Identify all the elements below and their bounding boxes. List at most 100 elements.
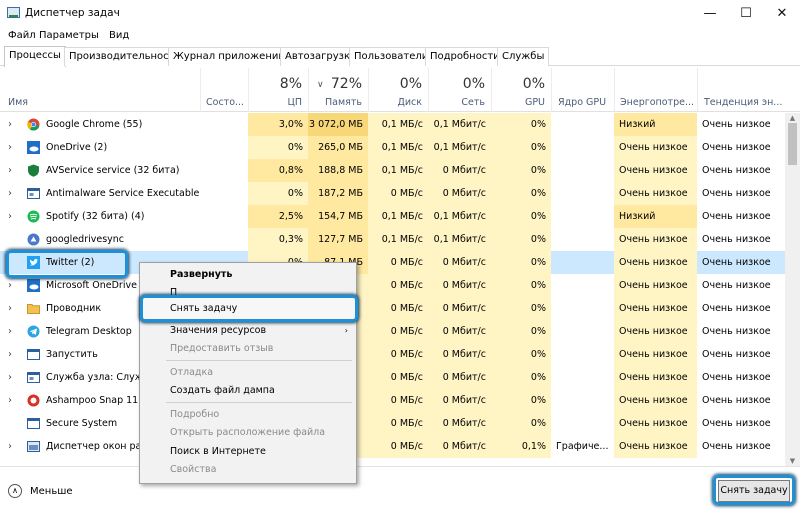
process-row[interactable]: › OneDrive (2) 0% 265,0 МБ 0,1 МБ/с 0,1 Мбит/… xyxy=(0,136,785,159)
menu-separator xyxy=(166,402,352,403)
column-power[interactable]: Энергопотре... xyxy=(614,68,697,112)
cell-engine xyxy=(551,205,614,228)
cell-disk: 0 МБ/с xyxy=(368,251,428,274)
expand-chevron-icon[interactable]: › xyxy=(8,182,12,205)
process-row[interactable]: › Google Chrome (55) 3,0% 3 072,0 МБ 0,1 МБ/… xyxy=(0,113,785,136)
expand-chevron-icon[interactable]: › xyxy=(8,113,12,136)
vertical-scrollbar[interactable]: ▲ ▼ xyxy=(785,113,800,466)
close-button[interactable]: ✕ xyxy=(764,0,800,27)
expand-chevron-icon[interactable]: › xyxy=(8,205,12,228)
cell-power: Очень низкое xyxy=(614,251,697,274)
menu-item-properties[interactable]: Свойства xyxy=(170,464,216,475)
cell-net: 0 Мбит/с xyxy=(428,182,491,205)
cell-power: Очень низкое xyxy=(614,412,697,435)
expand-chevron-icon[interactable]: › xyxy=(8,136,12,159)
process-row[interactable]: › Antimalware Service Executable 0% 187,2 М… xyxy=(0,182,785,205)
cell-net: 0 Мбит/с xyxy=(428,435,491,458)
cell-trend: Очень низкое xyxy=(702,303,771,314)
column-gpu[interactable]: 0% GPU xyxy=(491,68,551,112)
cell-disk: 0 МБ/с xyxy=(368,182,428,205)
cell-trend: Очень низкое xyxy=(702,142,771,153)
column-network[interactable]: 0% Сеть xyxy=(428,68,491,112)
column-name[interactable]: Имя xyxy=(0,68,200,112)
minimize-button[interactable]: — xyxy=(692,0,728,27)
process-row[interactable]: › Диспетчер окон раб 0 МБ/с 0 Мбит/с 0,1% Гра… xyxy=(0,435,785,458)
process-row[interactable]: › Ashampoo Snap 11 (3 0 МБ/с 0 Мбит/с 0% Очен… xyxy=(0,389,785,412)
tab-processes[interactable]: Процессы xyxy=(4,46,66,67)
scroll-thumb[interactable] xyxy=(788,123,797,165)
ashampoo-icon xyxy=(27,394,40,407)
column-disk[interactable]: 0% Диск xyxy=(368,68,428,112)
drive-icon xyxy=(27,233,40,246)
expand-chevron-icon[interactable]: › xyxy=(8,320,12,343)
menu-item-feedback[interactable]: Предоставить отзыв xyxy=(170,343,273,354)
menu-file[interactable]: Файл xyxy=(8,30,36,41)
process-name: Диспетчер окон раб xyxy=(46,441,148,452)
menu-options[interactable]: Параметры xyxy=(39,30,99,41)
process-row[interactable]: › Spotify (32 бита) (4) 2,5% 154,7 МБ 0,1 МБ… xyxy=(0,205,785,228)
process-row[interactable]: › AVService service (32 бита) 0,8% 188,8 МБ… xyxy=(0,159,785,182)
scroll-up-icon[interactable]: ▲ xyxy=(785,114,800,122)
cell-disk: 0,1 МБ/с xyxy=(368,228,428,251)
menu-view[interactable]: Вид xyxy=(109,30,129,41)
column-power-trend[interactable]: Тенденция эн... xyxy=(697,68,785,112)
expand-chevron-icon[interactable]: › xyxy=(8,389,12,412)
tab-details[interactable]: Подробности xyxy=(425,47,505,66)
telegram-icon xyxy=(27,325,40,338)
cell-power: Очень низкое xyxy=(614,274,697,297)
cell-engine: Графиче... xyxy=(556,441,609,452)
maximize-button[interactable]: ☐ xyxy=(728,0,764,27)
menu-item-resource-values[interactable]: Значения ресурсов xyxy=(170,325,266,336)
menu-item-expand[interactable]: Развернуть xyxy=(170,269,232,280)
column-cpu[interactable]: 8% ЦП xyxy=(248,68,308,112)
footer: ∧ Меньше Снять задачу xyxy=(0,466,800,511)
cell-power: Очень низкое xyxy=(614,366,697,389)
menu-item-create-dump[interactable]: Создать файл дампа xyxy=(170,385,275,396)
cell-gpu: 0% xyxy=(491,182,551,205)
process-name: Antimalware Service Executable xyxy=(46,188,200,199)
process-row[interactable]: › Проводник 0 МБ/с 0 Мбит/с 0% Очень низкое Оч… xyxy=(0,297,785,320)
scroll-down-icon[interactable]: ▼ xyxy=(785,457,800,465)
expand-chevron-icon[interactable]: › xyxy=(8,435,12,458)
tab-users[interactable]: Пользователи xyxy=(349,47,434,66)
cell-engine xyxy=(551,366,614,389)
column-disk-label: Диск xyxy=(397,97,422,108)
process-row[interactable]: › Служба узла: Служб 0 МБ/с 0 Мбит/с 0% Очень… xyxy=(0,366,785,389)
cell-mem: 187,2 МБ xyxy=(308,182,368,205)
column-gpu-engine[interactable]: Ядро GPU xyxy=(551,68,614,112)
expand-chevron-icon[interactable]: › xyxy=(8,366,12,389)
column-network-label: Сеть xyxy=(461,97,485,108)
menu-item-end-task-highlighted[interactable]: Снять задачу xyxy=(170,303,237,314)
process-name: Проводник xyxy=(46,303,102,314)
cell-engine xyxy=(551,389,614,412)
column-memory[interactable]: ∨ 72% Память xyxy=(308,68,368,112)
menu-item-details[interactable]: Подробно xyxy=(170,409,219,420)
process-row[interactable]: › Запустить 0 МБ/с 0 Мбит/с 0% Очень низкое Оч… xyxy=(0,343,785,366)
chevron-up-icon[interactable]: ∧ xyxy=(8,484,22,498)
gpu-total: 0% xyxy=(522,76,545,92)
cell-engine xyxy=(551,274,614,297)
process-name: Telegram Desktop xyxy=(46,326,132,337)
column-status[interactable]: Состо... xyxy=(200,68,248,112)
cell-disk: 0 МБ/с xyxy=(368,343,428,366)
cell-power: Очень низкое xyxy=(614,297,697,320)
cell-engine xyxy=(551,228,614,251)
dwm-icon xyxy=(27,440,40,453)
title-bar: Диспетчер задач — ☐ ✕ xyxy=(0,0,800,27)
fewer-details-link[interactable]: Меньше xyxy=(30,486,73,497)
tab-services[interactable]: Службы xyxy=(497,47,550,66)
cell-mem: 127,7 МБ xyxy=(308,228,368,251)
expand-chevron-icon[interactable]: › xyxy=(8,297,12,320)
column-cpu-label: ЦП xyxy=(287,97,302,108)
process-name: Spotify (32 бита) (4) xyxy=(46,211,145,222)
menu-item-search-online[interactable]: Поиск в Интернете xyxy=(170,446,266,457)
process-row[interactable]: Secure System 0 МБ/с 0 Мбит/с 0% Очень низко… xyxy=(0,412,785,435)
expand-chevron-icon[interactable]: › xyxy=(8,343,12,366)
process-row[interactable]: googledrivesync 0,3% 127,7 МБ 0,1 МБ/с 0,1 М… xyxy=(0,228,785,251)
process-row[interactable]: › Telegram Desktop 0 МБ/с 0 Мбит/с 0% Очень н… xyxy=(0,320,785,343)
cell-engine xyxy=(551,297,614,320)
menu-item-debug[interactable]: Отладка xyxy=(170,367,213,378)
expand-chevron-icon[interactable]: › xyxy=(8,159,12,182)
menu-item-open-location[interactable]: Открыть расположение файла xyxy=(170,427,325,438)
tab-app-history[interactable]: Журнал приложений xyxy=(168,47,290,66)
